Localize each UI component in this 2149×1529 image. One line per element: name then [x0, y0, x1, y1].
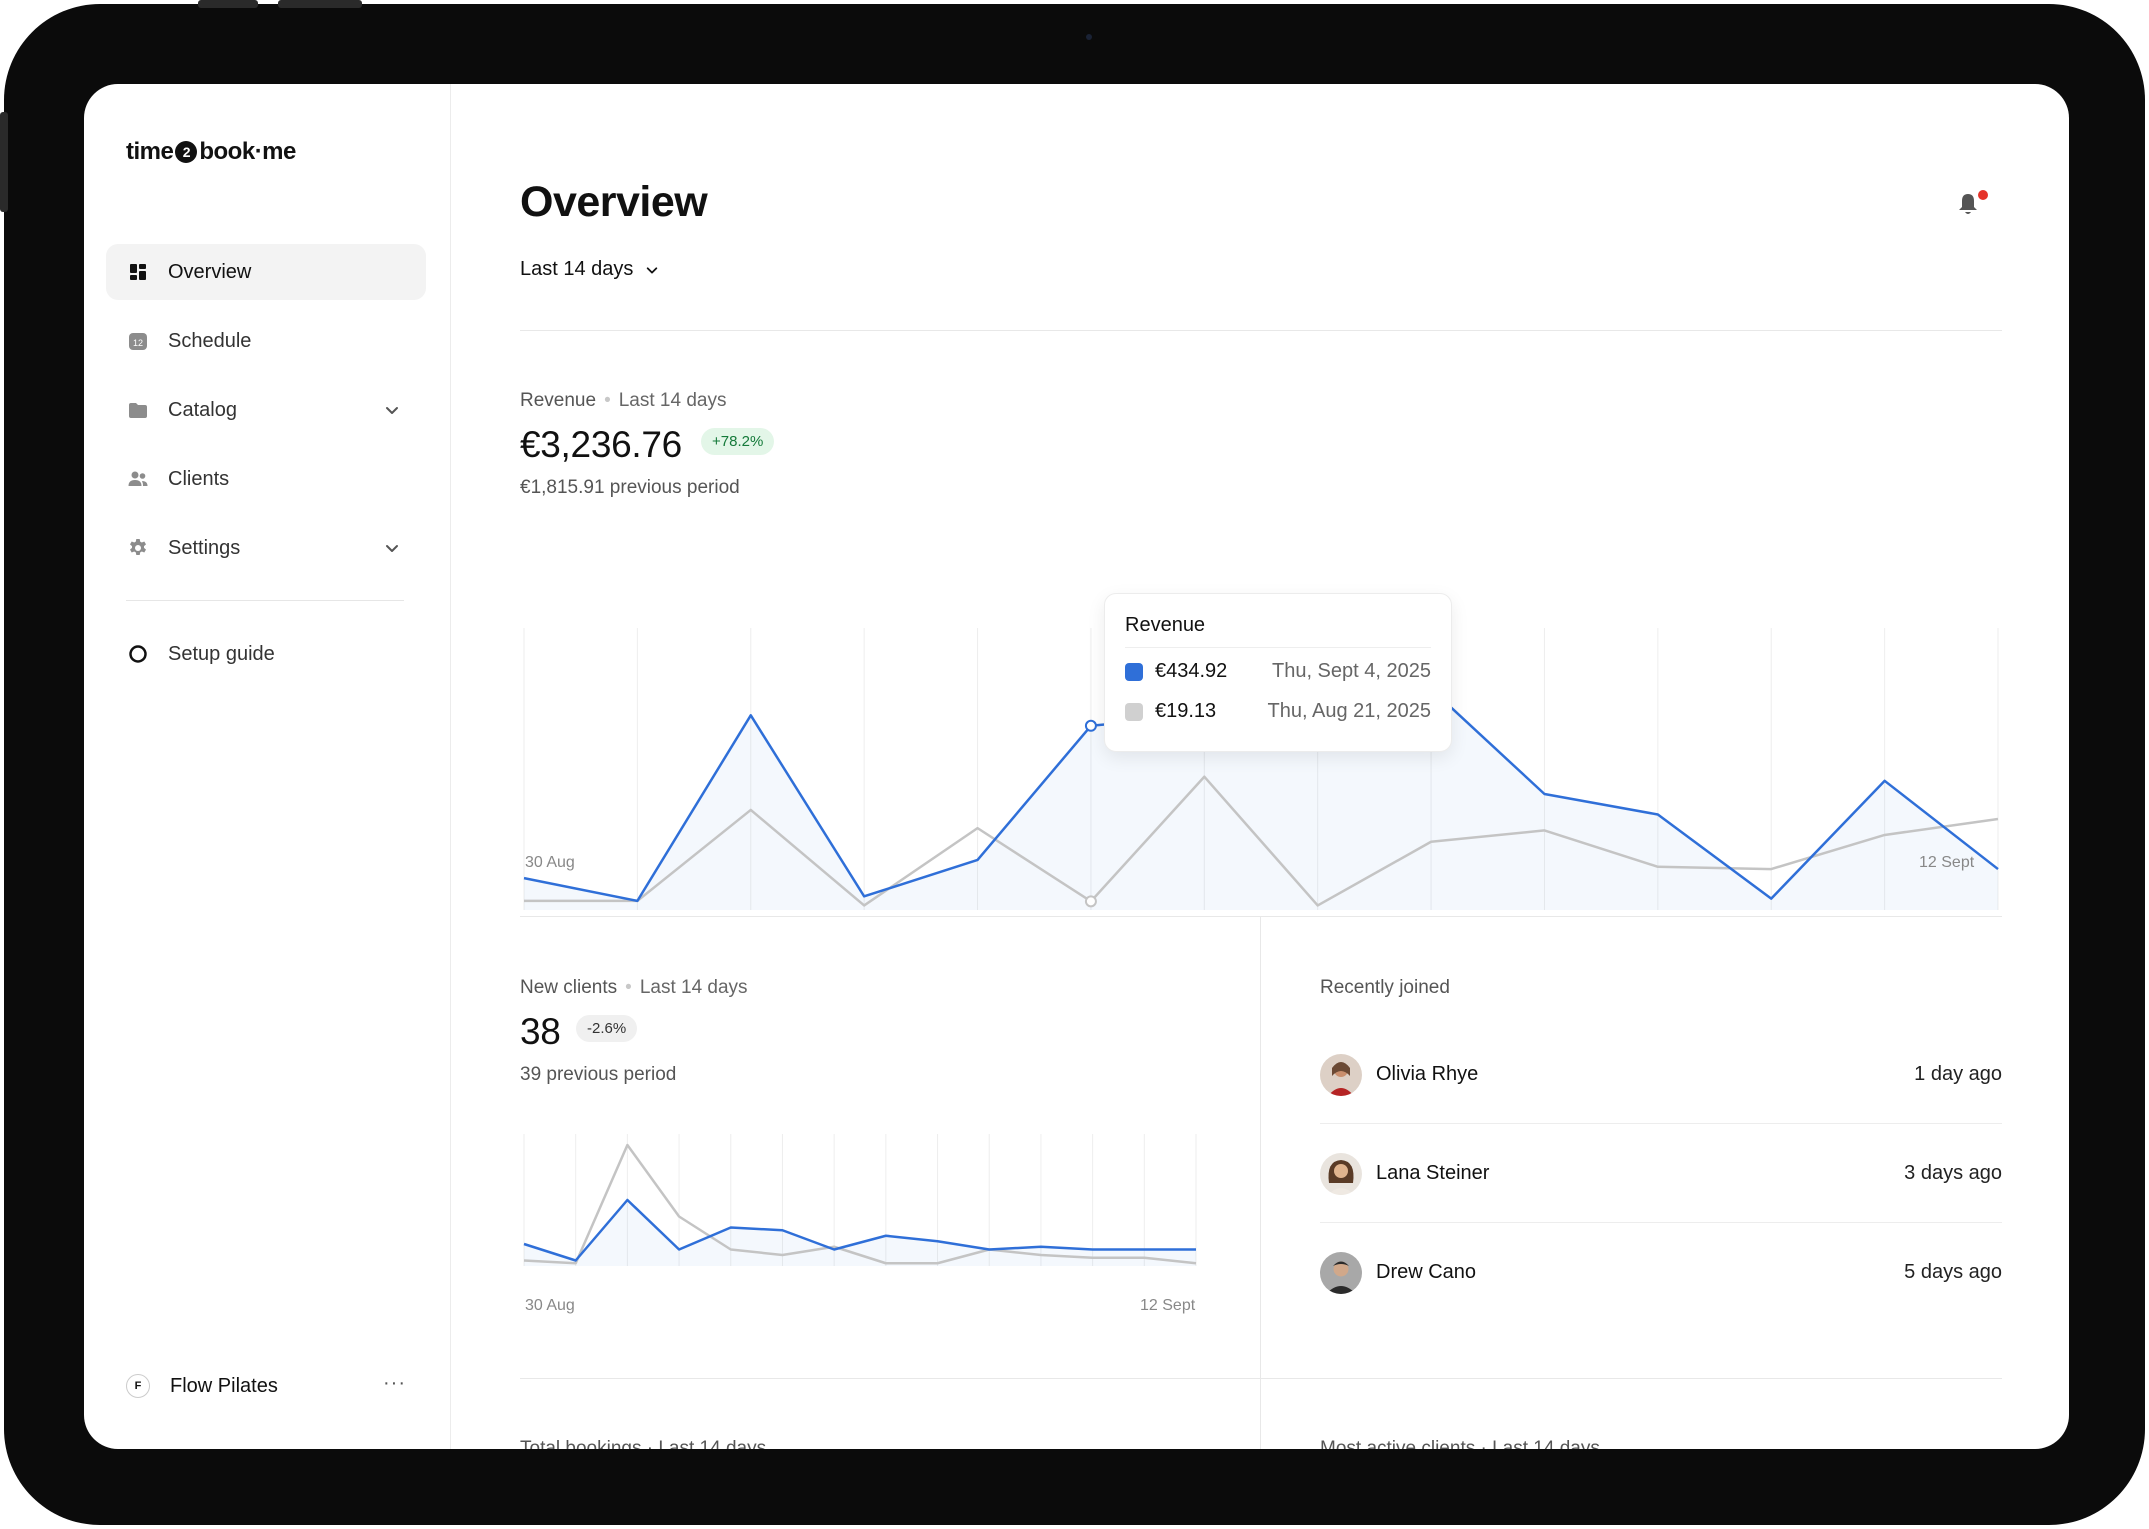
- volume-button: [278, 0, 362, 8]
- divider: [520, 1378, 2002, 1379]
- chevron-down-icon[interactable]: [384, 540, 400, 556]
- notification-dot: [1978, 190, 1988, 200]
- tooltip-row-previous: €19.13 Thu, Aug 21, 2025: [1125, 700, 1431, 723]
- sidebar-item-label: Clients: [168, 467, 230, 490]
- revenue-highlight-point-previous[interactable]: [1084, 895, 1097, 908]
- sidebar-item-label: Catalog: [168, 398, 237, 421]
- sidebar-item-label: Schedule: [168, 329, 252, 352]
- circle-icon: [129, 645, 147, 663]
- workspace-name: Flow Pilates: [170, 1374, 278, 1397]
- folder-icon: [129, 403, 147, 418]
- revenue-change-badge: +78.2%: [701, 428, 775, 455]
- divider: [1260, 916, 1261, 1449]
- calendar-icon: 12: [129, 333, 147, 350]
- sidebar-item-catalog[interactable]: Catalog: [106, 382, 426, 438]
- revenue-heading: Revenue • Last 14 days: [520, 390, 727, 411]
- new-clients-previous: 39 previous period: [520, 1064, 677, 1085]
- total-bookings-heading: Total bookings · Last 14 days: [520, 1438, 767, 1449]
- sidebar-item-setup-guide[interactable]: Setup guide: [106, 626, 426, 682]
- more-options-icon[interactable]: ···: [383, 1372, 406, 1395]
- list-item[interactable]: Drew Cano 5 days ago: [1320, 1252, 2002, 1351]
- page-title: Overview: [520, 178, 708, 226]
- divider: [520, 330, 2002, 331]
- x-axis-end-label: 12 Sept: [1919, 854, 1975, 871]
- new-clients-chart[interactable]: [520, 1124, 1200, 1284]
- workspace-logo-icon: F: [126, 1374, 150, 1398]
- divider: [520, 916, 2002, 917]
- sidebar-item-label: Setup guide: [168, 642, 275, 665]
- x-axis-end-label: 12 Sept: [1140, 1297, 1196, 1314]
- revenue-tooltip: Revenue €434.92 Thu, Sept 4, 2025 €19.13…: [1104, 593, 1452, 752]
- sidebar-item-clients[interactable]: Clients: [106, 451, 426, 507]
- tooltip-previous-value: €19.13: [1155, 700, 1217, 722]
- new-clients-change-badge: -2.6%: [576, 1015, 638, 1042]
- sidebar-divider: [126, 600, 404, 601]
- power-button: [0, 112, 8, 212]
- chevron-down-icon[interactable]: [384, 402, 400, 418]
- divider: [1125, 647, 1431, 648]
- sidebar-item-schedule[interactable]: 12 Schedule: [106, 313, 426, 369]
- most-active-clients-heading: Most active clients · Last 14 days: [1320, 1438, 1600, 1449]
- legend-swatch-current: [1125, 662, 1143, 681]
- tooltip-previous-date: Thu, Aug 21, 2025: [1267, 700, 1431, 722]
- users-icon: [128, 471, 148, 486]
- svg-text:12: 12: [133, 338, 143, 348]
- front-camera: [1086, 34, 1092, 40]
- joined-time: 5 days ago: [1904, 1261, 2002, 1283]
- divider: [1320, 1222, 2002, 1223]
- tooltip-title: Revenue: [1125, 614, 1206, 636]
- revenue-previous: €1,815.91 previous period: [520, 477, 740, 498]
- revenue-value: €3,236.76: [520, 424, 682, 465]
- joined-time: 3 days ago: [1904, 1162, 2002, 1184]
- divider: [1320, 1123, 2002, 1124]
- tooltip-current-date: Thu, Sept 4, 2025: [1271, 660, 1431, 682]
- recently-joined-title: Recently joined: [1320, 977, 1450, 998]
- client-name: Drew Cano: [1376, 1261, 1477, 1283]
- avatar: [1320, 1252, 1362, 1294]
- workspace-switcher[interactable]: F Flow Pilates ···: [126, 1368, 406, 1404]
- client-name: Lana Steiner: [1376, 1162, 1490, 1184]
- tooltip-current-value: €434.92: [1155, 660, 1228, 682]
- avatar: [1320, 1054, 1362, 1096]
- sidebar-item-label: Settings: [168, 536, 241, 559]
- avatar: [1320, 1153, 1362, 1195]
- date-range-select[interactable]: Last 14 days: [520, 258, 659, 281]
- sidebar-item-label: Overview: [168, 260, 252, 283]
- revenue-highlight-point[interactable]: [1084, 719, 1097, 732]
- new-clients-heading: New clients • Last 14 days: [520, 977, 748, 998]
- client-name: Olivia Rhye: [1376, 1063, 1479, 1085]
- brand-logo[interactable]: time 2 book·me: [126, 138, 296, 166]
- dashboard-icon: [130, 264, 146, 280]
- new-clients-value: 38: [520, 1011, 561, 1052]
- chevron-down-icon: [647, 266, 658, 273]
- joined-time: 1 day ago: [1914, 1063, 2002, 1085]
- sidebar: time 2 book·me Overview 12 Schedule Catalo…: [84, 84, 451, 1449]
- legend-swatch-previous: [1125, 702, 1143, 721]
- x-axis-start-label: 30 Aug: [525, 1297, 575, 1314]
- app-screen: time 2 book·me Overview 12 Schedule Catalo…: [84, 84, 2069, 1449]
- sidebar-item-settings[interactable]: Settings: [106, 520, 426, 576]
- tooltip-row-current: €434.92 Thu, Sept 4, 2025: [1125, 660, 1431, 683]
- volume-button: [198, 0, 258, 8]
- list-item[interactable]: Olivia Rhye 1 day ago: [1320, 1054, 2002, 1153]
- sidebar-item-overview[interactable]: Overview: [106, 244, 426, 300]
- x-axis-start-label: 30 Aug: [525, 854, 575, 871]
- gear-icon: [130, 539, 146, 555]
- list-item[interactable]: Lana Steiner 3 days ago: [1320, 1153, 2002, 1252]
